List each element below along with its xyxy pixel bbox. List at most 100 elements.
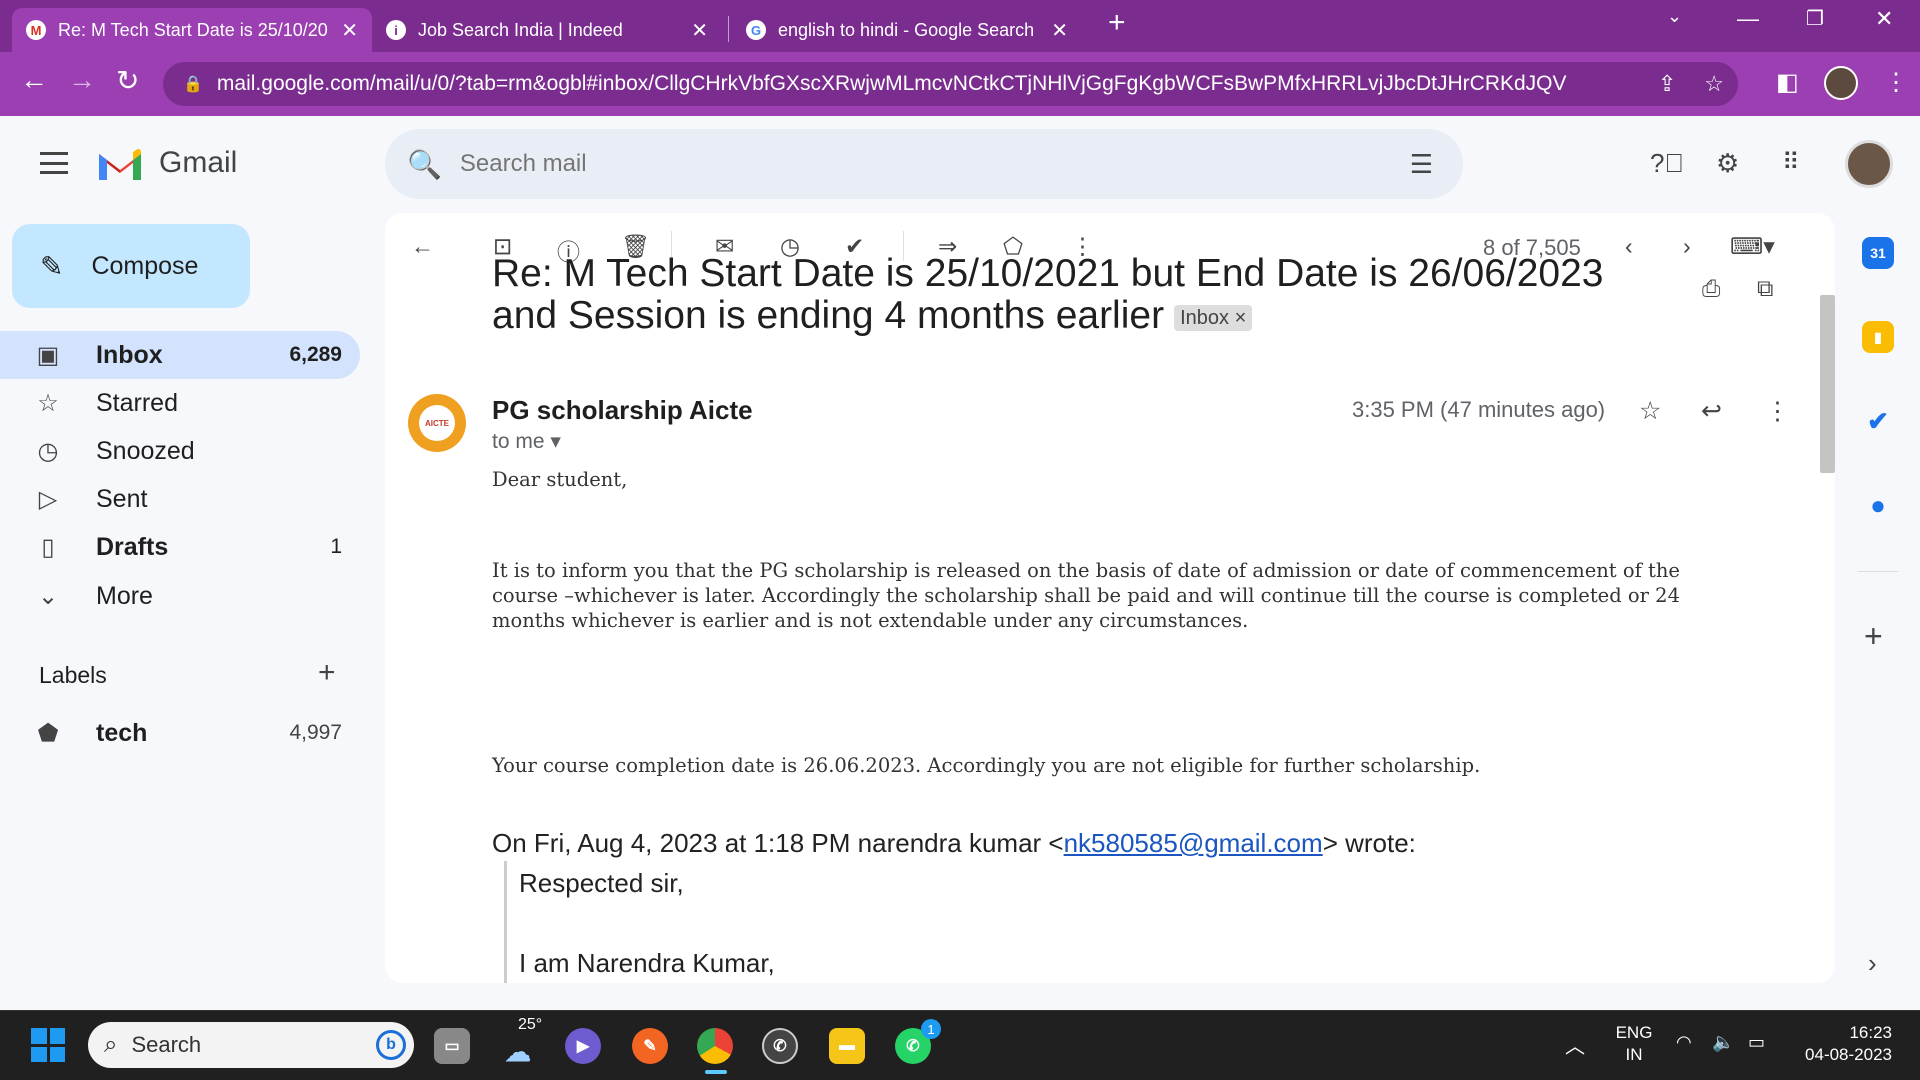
restore-icon[interactable]: ❐ [1806,6,1824,31]
gmail-favicon-icon: M [26,20,46,40]
tab-search-chevron-icon[interactable]: ⌄ [1667,6,1682,27]
show-hidden-icons-chevron-icon[interactable]: ︿ [1565,1030,1585,1059]
tab-title: english to hindi - Google Search [778,19,1035,40]
sender-email-link[interactable]: nk580585@gmail.com [1064,828,1323,858]
weather-temperature: 25° [518,1016,543,1033]
quote-bar [504,861,507,983]
battery-icon[interactable]: ▭ [1748,1032,1765,1053]
recipient-dropdown[interactable]: to me ▾ [492,429,561,454]
message-more-icon[interactable]: ⋮ [1765,396,1790,426]
language-indicator[interactable]: ENG IN [1614,1022,1654,1066]
inbox-badge[interactable]: Inbox × [1174,304,1253,331]
settings-gear-icon[interactable]: ⚙ [1716,148,1739,179]
search-input[interactable] [459,150,1410,178]
reply-icon[interactable]: ↩ [1701,396,1722,426]
remove-label-icon[interactable]: × [1235,307,1247,329]
sender-avatar: AICTE [408,394,466,452]
close-tab-icon[interactable]: ✕ [1051,18,1068,43]
rail-divider [1858,571,1898,572]
tab-title: Re: M Tech Start Date is 25/10/20 [58,19,328,40]
weather-cloud-icon[interactable]: ☁ [500,1034,536,1070]
account-avatar[interactable] [1845,140,1893,188]
new-tab-plus-icon[interactable]: + [1108,6,1126,40]
close-tab-icon[interactable]: ✕ [341,18,358,43]
close-window-icon[interactable]: ✕ [1875,6,1893,32]
subject-line-1: Re: M Tech Start Date is 25/10/2021 but … [492,252,1604,295]
chrome-icon[interactable] [697,1028,733,1064]
bookmark-star-icon[interactable]: ☆ [1704,71,1724,97]
clock-time: 16:23 [1849,1023,1892,1042]
sidebar-item-label-tech[interactable]: ⬟ tech 4,997 [0,709,360,757]
teams-chat-icon[interactable]: ▶ [565,1028,601,1064]
url-text[interactable]: mail.google.com/mail/u/0/?tab=rm&ogbl#in… [217,72,1644,96]
help-icon[interactable]: ?⃝ [1650,148,1684,179]
sidebar-item-starred[interactable]: ☆ Starred [0,379,360,427]
search-options-icon[interactable]: ☰ [1410,149,1433,180]
quote-line-1: Respected sir, [519,868,684,898]
get-addons-plus-icon[interactable]: + [1864,618,1883,655]
label-tag-icon: ⬟ [37,719,59,747]
tab-gmail[interactable]: M Re: M Tech Start Date is 25/10/20 ✕ [12,8,372,52]
forward-arrow-icon[interactable]: → [68,64,96,96]
sender-name[interactable]: PG scholarship Aicte [492,395,753,426]
open-new-window-icon[interactable]: ⧉ [1757,275,1773,302]
browser-tab-strip: M Re: M Tech Start Date is 25/10/20 ✕ i … [0,0,1920,52]
search-icon[interactable]: 🔍 [407,148,442,181]
sidebar-item-more[interactable]: ⌄ More [0,572,360,620]
close-tab-icon[interactable]: ✕ [691,18,708,43]
minimize-icon[interactable]: — [1737,6,1759,32]
nav-label: Drafts [96,532,169,561]
quote-line-2: I am Narendra Kumar, [519,948,775,978]
whatsapp-desktop-icon[interactable]: ✆ [762,1028,798,1064]
compose-button[interactable]: ✎ Compose [12,224,250,308]
sidebar-item-inbox[interactable]: ▣ Inbox 6,289 [0,331,360,379]
wifi-icon[interactable]: ◠ [1676,1032,1692,1053]
side-panel-icon[interactable]: ◧ [1776,68,1799,97]
app-name: Gmail [159,146,238,179]
file-explorer-icon[interactable]: ▬ [829,1028,865,1064]
search-bar[interactable]: 🔍 ☰ [385,129,1463,199]
message-time: 3:35 PM (47 minutes ago) [1352,397,1606,422]
star-message-icon[interactable]: ☆ [1639,396,1661,426]
profile-avatar[interactable] [1824,66,1858,100]
body-line: It is to inform you that the PG scholars… [492,559,1680,582]
google-icon: G [746,20,766,40]
back-arrow-icon[interactable]: ← [20,64,48,96]
browser-menu-icon[interactable]: ⋮ [1884,68,1908,97]
show-side-panel-chevron-icon[interactable]: › [1868,948,1877,979]
body-line: months whichever is earlier and is not e… [492,609,1249,632]
back-to-inbox-icon[interactable]: ← [411,233,434,260]
windows-start-icon[interactable] [31,1028,65,1062]
message-pane: ← ⊡ ⓘ 🗑 ✉ ◷ ✔ ⇒ ⬠ ⋮ 8 of 7,505 ‹ › ⌨▾ Re… [385,213,1835,983]
taskbar-search[interactable]: ⌕ Search b [88,1022,414,1068]
share-icon[interactable]: ⇪ [1658,71,1676,97]
clock[interactable]: 16:23 04-08-2023 [1796,1022,1892,1066]
contacts-icon[interactable]: ● [1862,489,1894,521]
nav-count: 1 [330,535,342,558]
bing-icon[interactable]: b [376,1030,406,1060]
main-menu-icon[interactable] [40,152,68,174]
calendar-icon[interactable]: 31 [1862,237,1894,269]
apps-grid-icon[interactable]: ⠿ [1782,148,1800,177]
body-line: course –whichever is later. Accordingly … [492,584,1680,607]
task-view-icon[interactable]: ▭ [434,1028,470,1064]
sidebar-item-drafts[interactable]: ▯ Drafts 1 [0,523,360,571]
scrollbar-thumb[interactable] [1820,295,1835,473]
tab-indeed[interactable]: i Job Search India | Indeed ✕ [372,8,722,52]
url-bar[interactable]: 🔒 mail.google.com/mail/u/0/?tab=rm&ogbl#… [163,62,1738,106]
reload-icon[interactable]: ↻ [116,64,139,97]
clock-date: 04-08-2023 [1805,1045,1892,1064]
taskbar-search-label: Search [131,1032,202,1057]
draft-icon: ▯ [41,533,55,561]
add-label-icon[interactable]: + [318,656,336,690]
sidebar-item-snoozed[interactable]: ◷ Snoozed [0,427,360,475]
keep-icon[interactable]: ▮ [1862,321,1894,353]
tab-google-search[interactable]: G english to hindi - Google Search ✕ [732,8,1082,52]
sidebar-item-sent[interactable]: ▷ Sent [0,475,360,523]
chevron-down-icon: ⌄ [37,582,59,610]
pen-app-icon[interactable]: ✎ [632,1028,668,1064]
pencil-icon: ✎ [40,250,64,282]
print-icon[interactable]: ⎙ [1702,275,1720,302]
tasks-icon[interactable]: ✔ [1862,405,1894,437]
volume-icon[interactable]: 🔈 [1712,1032,1734,1053]
